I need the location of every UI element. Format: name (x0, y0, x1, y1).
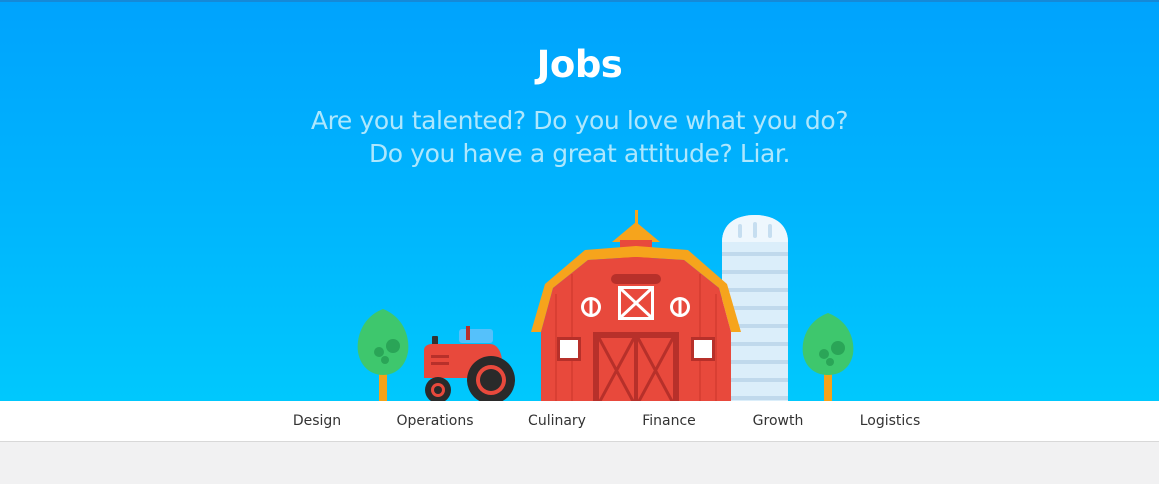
nav-item-growth[interactable]: Growth (753, 401, 804, 441)
nav-item-culinary[interactable]: Culinary (528, 401, 586, 441)
nav-item-logistics[interactable]: Logistics (860, 401, 921, 441)
nav-item-operations[interactable]: Operations (397, 401, 474, 441)
tree-icon (802, 313, 854, 401)
hero-subtitle-line: Are you talented? Do you love what you d… (310, 106, 849, 135)
jobs-category-nav: Design Operations Culinary Finance Growt… (0, 401, 1159, 442)
hero-banner: Jobs Are you talented? Do you love what … (0, 0, 1159, 401)
nav-item-design[interactable]: Design (293, 401, 341, 441)
job-listings-area (0, 442, 1159, 484)
hero-subtitle-line: Do you have a great attitude? Liar. (368, 139, 791, 168)
tree-icon (357, 309, 409, 401)
page-title: Jobs (536, 43, 623, 86)
hero-subtitle: Are you talented? Do you love what you d… (0, 104, 1159, 170)
barn-icon (531, 210, 741, 401)
nav-item-finance[interactable]: Finance (642, 401, 696, 441)
tractor-icon (424, 326, 515, 401)
